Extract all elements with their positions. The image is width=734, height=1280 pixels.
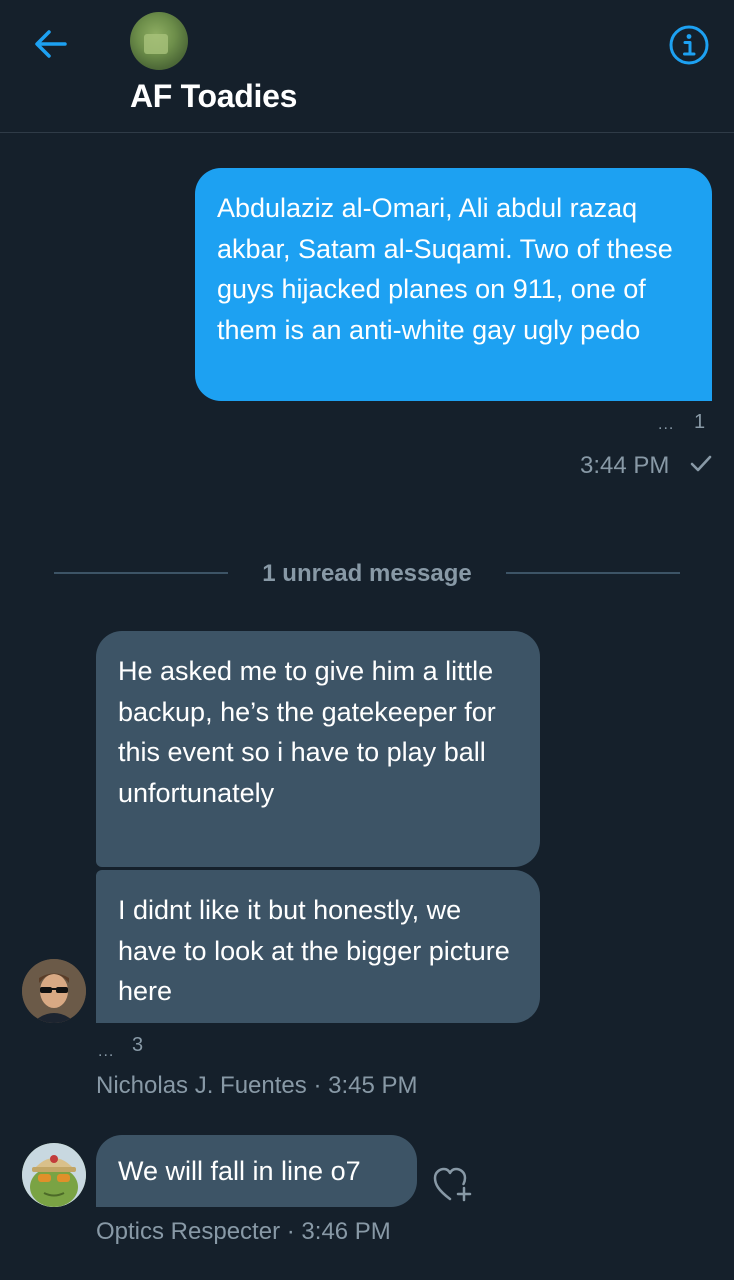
message-time: 3:44 PM [580, 452, 670, 479]
avatar-photo [22, 1143, 86, 1207]
sender-name[interactable]: Nicholas J. Fuentes [96, 1072, 307, 1099]
divider-line-right [506, 572, 680, 574]
meta-separator: · [286, 1218, 295, 1245]
checkmark-icon [690, 455, 712, 472]
group-avatar[interactable] [130, 12, 188, 70]
unread-divider-label: 1 unread message [262, 560, 472, 587]
message-sender-line: Optics Respecter · 3:46 PM [96, 1218, 391, 1246]
conversation-title: AF Toadies [130, 78, 298, 114]
message-time: 3:46 PM [301, 1218, 391, 1245]
heart-plus-icon [433, 1167, 472, 1202]
reaction-count[interactable]: 3 [132, 1034, 143, 1057]
incoming-message-bubble[interactable]: He asked me to give him a little backup,… [96, 631, 540, 867]
reaction-count[interactable]: 1 [694, 411, 705, 434]
more-options-icon[interactable]: ... [98, 1043, 114, 1061]
message-sender-line: Nicholas J. Fuentes · 3:45 PM [96, 1072, 418, 1100]
arrow-left-icon [35, 30, 67, 58]
like-button[interactable] [432, 1166, 474, 1204]
outgoing-message-bubble[interactable]: Abdulaziz al-Omari, Ali abdul razaq akba… [195, 168, 712, 401]
more-options-icon[interactable]: ... [658, 416, 674, 434]
back-button[interactable] [30, 26, 70, 62]
sender-avatar-optics[interactable] [22, 1143, 86, 1207]
sender-name[interactable]: Optics Respecter [96, 1218, 280, 1245]
message-time: 3:45 PM [328, 1072, 418, 1099]
incoming-message-bubble[interactable]: We will fall in line o7 [96, 1135, 417, 1207]
conversation-header: AF Toadies [0, 0, 734, 133]
incoming-message-bubble[interactable]: I didnt like it but honestly, we have to… [96, 870, 540, 1023]
sender-avatar-nicholas[interactable] [22, 959, 86, 1023]
info-button[interactable] [668, 24, 710, 66]
avatar-photo [22, 959, 86, 1023]
meta-separator: · [313, 1072, 322, 1099]
info-icon [669, 25, 709, 65]
